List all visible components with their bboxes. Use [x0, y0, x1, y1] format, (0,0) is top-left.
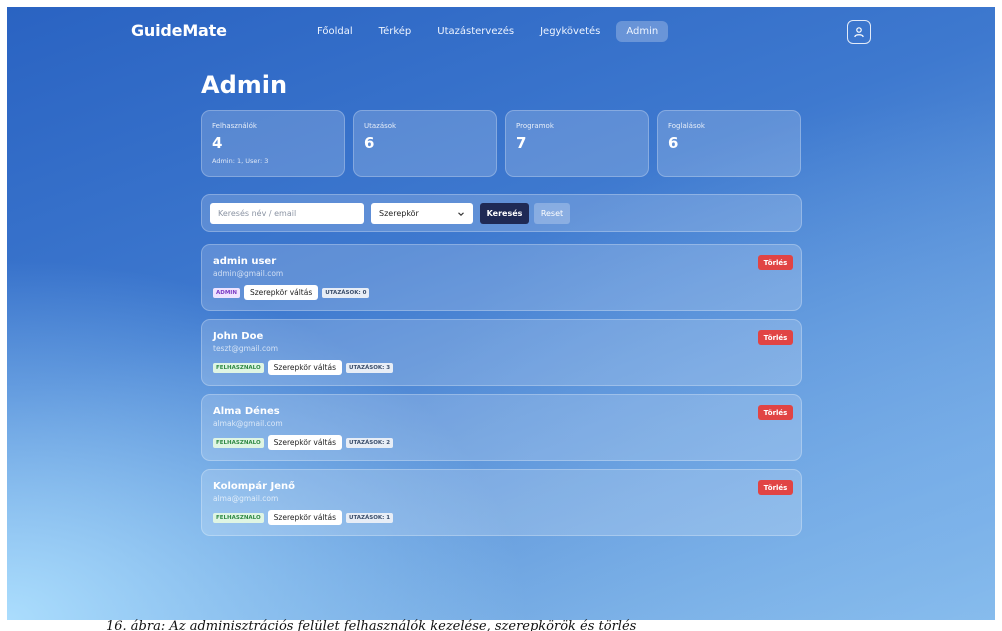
stat-card-trips: Utazások 6: [353, 110, 497, 177]
stat-card-users: Felhasználók 4 Admin: 1, User: 3: [201, 110, 345, 177]
trips-badge: UTAZÁSOK: 2: [345, 437, 394, 448]
user-email: alma@gmail.com: [213, 494, 279, 503]
stat-label: Foglalások: [668, 122, 705, 130]
role-toggle-button[interactable]: Szerepkör váltás: [267, 510, 342, 525]
app-window: GuideMate Főoldal Térkép Utazástervezés …: [7, 7, 995, 620]
role-select-value: Szerepkör: [379, 209, 419, 218]
nav-link-trip-planning[interactable]: Utazástervezés: [427, 21, 524, 42]
nav-link-ticket-tracking[interactable]: Jegykövetés: [530, 21, 610, 42]
reset-button[interactable]: Reset: [534, 203, 570, 224]
user-email: teszt@gmail.com: [213, 344, 279, 353]
stat-sub: Admin: 1, User: 3: [212, 157, 269, 165]
stat-label: Felhasználók: [212, 122, 257, 130]
delete-button[interactable]: Törlés: [758, 480, 793, 495]
user-name: admin user: [213, 256, 277, 267]
role-toggle-button[interactable]: Szerepkör váltás: [267, 360, 342, 375]
top-navbar: GuideMate Főoldal Térkép Utazástervezés …: [7, 7, 995, 57]
search-input[interactable]: [210, 203, 364, 224]
figure-caption-text: 16. ábra: Az adminisztrációs felület fel…: [106, 619, 637, 631]
user-actions: FELHASZNALO Szerepkör váltás UTAZÁSOK: 3: [213, 360, 394, 375]
trips-badge: UTAZÁSOK: 3: [345, 362, 394, 373]
user-list: admin user admin@gmail.com ADMIN Szerepk…: [201, 244, 802, 544]
role-select[interactable]: Szerepkör: [371, 203, 473, 224]
user-email: admin@gmail.com: [213, 269, 284, 278]
stat-value: 7: [516, 134, 527, 152]
filter-bar: Szerepkör Keresés Reset: [201, 194, 802, 232]
user-card: Kolompár Jenő alma@gmail.com FELHASZNALO…: [201, 469, 802, 536]
stat-card-bookings: Foglalások 6: [657, 110, 801, 177]
user-card: Alma Dénes almak@gmail.com FELHASZNALO S…: [201, 394, 802, 461]
user-actions: ADMIN Szerepkör váltás UTAZÁSOK: 0: [213, 285, 370, 300]
stat-value: 6: [668, 134, 679, 152]
stat-card-programs: Programok 7: [505, 110, 649, 177]
role-toggle-button[interactable]: Szerepkör váltás: [267, 435, 342, 450]
brand-logo[interactable]: GuideMate: [131, 21, 227, 40]
stat-value: 4: [212, 134, 223, 152]
role-badge: FELHASZNALO: [213, 437, 264, 448]
user-name: John Doe: [213, 331, 264, 342]
user-email: almak@gmail.com: [213, 419, 283, 428]
nav-links: Főoldal Térkép Utazástervezés Jegyköveté…: [307, 21, 669, 42]
profile-button[interactable]: [847, 20, 871, 44]
search-button[interactable]: Keresés: [480, 203, 529, 224]
role-badge: FELHASZNALO: [213, 362, 264, 373]
stats-row: Felhasználók 4 Admin: 1, User: 3 Utazáso…: [201, 110, 801, 177]
nav-link-home[interactable]: Főoldal: [307, 21, 363, 42]
stat-label: Utazások: [364, 122, 397, 130]
user-card: John Doe teszt@gmail.com FELHASZNALO Sze…: [201, 319, 802, 386]
user-actions: FELHASZNALO Szerepkör váltás UTAZÁSOK: 1: [213, 510, 394, 525]
role-badge: FELHASZNALO: [213, 512, 264, 523]
user-card: admin user admin@gmail.com ADMIN Szerepk…: [201, 244, 802, 311]
delete-button[interactable]: Törlés: [758, 405, 793, 420]
role-badge: ADMIN: [213, 287, 240, 298]
delete-button[interactable]: Törlés: [758, 330, 793, 345]
stat-label: Programok: [516, 122, 554, 130]
nav-link-admin[interactable]: Admin: [616, 21, 669, 42]
user-name: Alma Dénes: [213, 406, 280, 417]
nav-link-map[interactable]: Térkép: [369, 21, 422, 42]
trips-badge: UTAZÁSOK: 1: [345, 512, 394, 523]
user-icon: [854, 27, 864, 38]
figure-caption: 16. ábra: Az adminisztrációs felület fel…: [0, 618, 1002, 631]
user-actions: FELHASZNALO Szerepkör váltás UTAZÁSOK: 2: [213, 435, 394, 450]
stat-value: 6: [364, 134, 375, 152]
chevron-down-icon: [458, 211, 464, 216]
role-toggle-button[interactable]: Szerepkör váltás: [243, 285, 319, 300]
page-title: Admin: [201, 71, 288, 99]
user-name: Kolompár Jenő: [213, 481, 295, 492]
trips-badge: UTAZÁSOK: 0: [322, 287, 370, 298]
delete-button[interactable]: Törlés: [758, 255, 793, 270]
